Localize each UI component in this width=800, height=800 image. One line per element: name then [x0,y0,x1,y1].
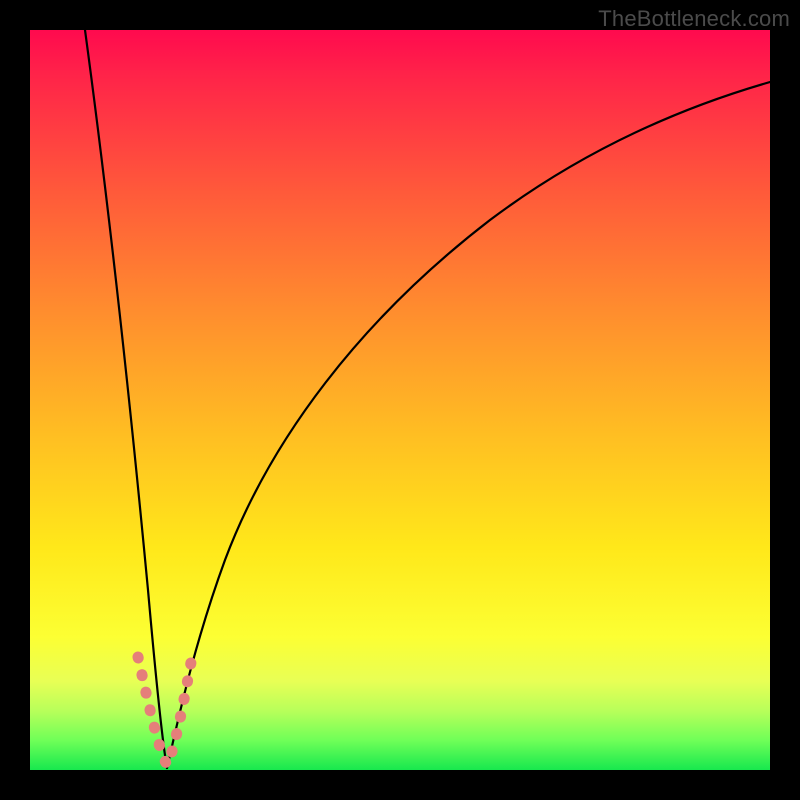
curve-right-branch [167,82,770,768]
curve-overlay [30,30,770,770]
outer-frame: TheBottleneck.com [0,0,800,800]
curve-left-branch [85,30,167,768]
plot-area [30,30,770,770]
watermark-text: TheBottleneck.com [598,6,790,32]
